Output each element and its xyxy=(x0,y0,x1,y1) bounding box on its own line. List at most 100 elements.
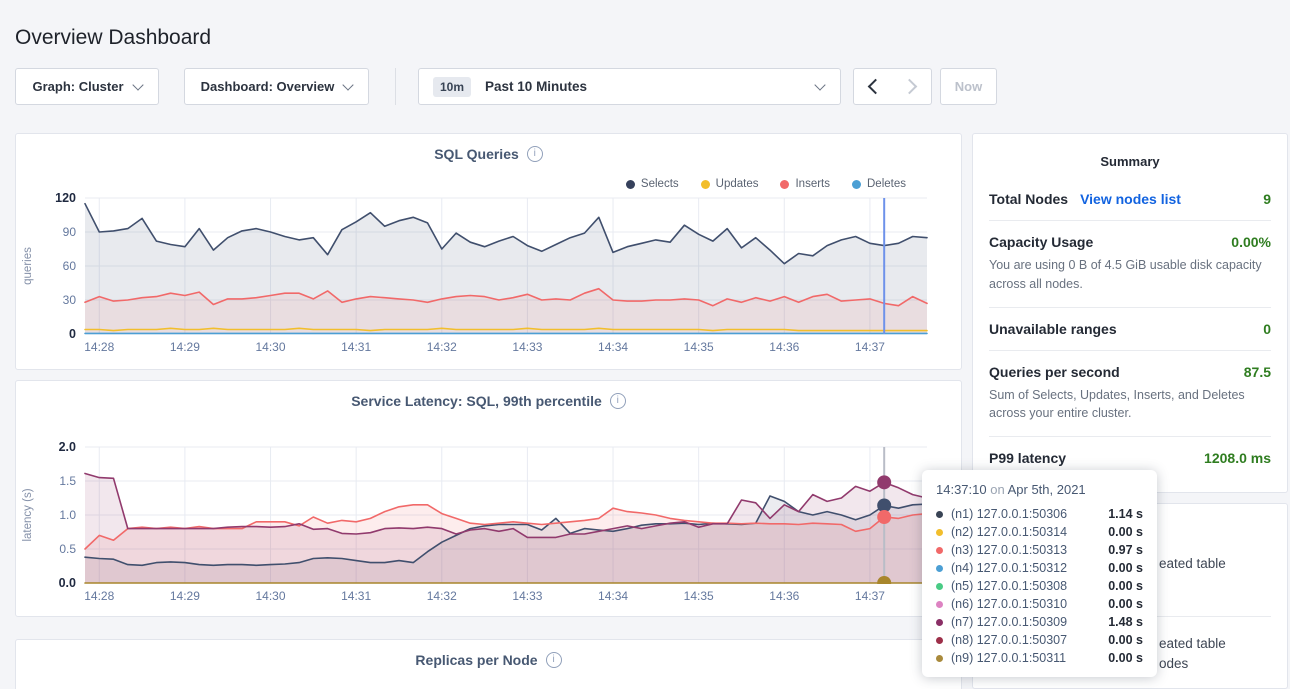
tooltip-row: (n3) 127.0.0.1:50313 0.97 s xyxy=(936,541,1143,559)
svg-text:14:30: 14:30 xyxy=(256,589,286,603)
chart-title: SQL Queries xyxy=(434,146,519,162)
now-button-label: Now xyxy=(955,79,982,94)
node-label: (n5) 127.0.0.1:50308 xyxy=(951,579,1067,593)
time-next-button[interactable] xyxy=(892,68,932,105)
svg-text:0: 0 xyxy=(69,327,76,341)
svg-text:14:28: 14:28 xyxy=(84,589,114,603)
node-color-dot xyxy=(936,655,943,662)
replicas-per-node-card: Replicas per Node i xyxy=(15,639,962,689)
time-range-dropdown[interactable]: 10m Past 10 Minutes xyxy=(418,68,841,105)
svg-text:30: 30 xyxy=(63,293,77,307)
page-title: Overview Dashboard xyxy=(15,26,211,50)
svg-text:14:28: 14:28 xyxy=(84,340,114,354)
qps-description: Sum of Selects, Updates, Inserts, and De… xyxy=(989,386,1271,424)
summary-heading: Summary xyxy=(989,154,1271,169)
overview-dashboard-page: Overview Dashboard Graph: Cluster Dashbo… xyxy=(0,0,1290,689)
node-value: 0.97 s xyxy=(1108,543,1143,557)
summary-row-total-nodes: Total Nodes View nodes list 9 xyxy=(989,189,1271,221)
chevron-down-icon xyxy=(814,79,825,90)
svg-text:0.5: 0.5 xyxy=(59,542,76,556)
chevron-left-icon xyxy=(867,79,883,95)
svg-text:14:31: 14:31 xyxy=(341,589,371,603)
svg-text:queries: queries xyxy=(22,247,34,285)
dashboard-dropdown-label: Dashboard: Overview xyxy=(201,79,335,94)
node-value: 0.00 s xyxy=(1108,633,1143,647)
node-label: (n2) 127.0.0.1:50314 xyxy=(951,525,1067,539)
svg-text:14:37: 14:37 xyxy=(855,340,885,354)
tooltip-time: 14:37:10 xyxy=(936,482,987,497)
qps-value: 87.5 xyxy=(1244,364,1271,380)
node-color-dot xyxy=(936,583,943,590)
node-value: 0.00 s xyxy=(1108,561,1143,575)
node-label: (n8) 127.0.0.1:50307 xyxy=(951,633,1067,647)
total-nodes-label: Total Nodes xyxy=(989,191,1068,207)
chevron-right-icon xyxy=(902,79,918,95)
tooltip-row: (n5) 127.0.0.1:50308 0.00 s xyxy=(936,577,1143,595)
info-icon[interactable]: i xyxy=(527,146,543,162)
total-nodes-value: 9 xyxy=(1263,191,1271,207)
svg-text:14:29: 14:29 xyxy=(170,340,200,354)
tooltip-row: (n2) 127.0.0.1:50314 0.00 s xyxy=(936,523,1143,541)
node-color-dot xyxy=(936,619,943,626)
sql-queries-chart[interactable]: 14:2814:2914:3014:3114:3214:3314:3414:35… xyxy=(17,188,962,358)
svg-text:14:33: 14:33 xyxy=(512,589,542,603)
svg-text:1.5: 1.5 xyxy=(59,474,76,488)
tooltip-timestamp: 14:37:10 on Apr 5th, 2021 xyxy=(936,482,1143,497)
node-color-dot xyxy=(936,601,943,608)
node-value: 0.00 s xyxy=(1108,597,1143,611)
unavailable-ranges-label: Unavailable ranges xyxy=(989,321,1117,337)
tooltip-row: (n6) 127.0.0.1:50310 0.00 s xyxy=(936,595,1143,613)
tooltip-row: (n9) 127.0.0.1:50311 0.00 s xyxy=(936,649,1143,667)
chevron-down-icon xyxy=(343,79,354,90)
svg-text:2.0: 2.0 xyxy=(59,440,76,454)
chart-title: Service Latency: SQL, 99th percentile xyxy=(351,393,602,409)
node-label: (n6) 127.0.0.1:50310 xyxy=(951,597,1067,611)
graph-dropdown[interactable]: Graph: Cluster xyxy=(15,68,159,105)
event-item[interactable]: eated table xyxy=(1159,556,1226,571)
svg-text:14:35: 14:35 xyxy=(684,340,714,354)
time-range-label: Past 10 Minutes xyxy=(485,79,587,94)
svg-text:14:34: 14:34 xyxy=(598,340,628,354)
node-label: (n9) 127.0.0.1:50311 xyxy=(951,651,1066,665)
event-item[interactable]: eated table odes xyxy=(1159,634,1226,674)
charts-column: SQL Queries i Selects Updates Inserts xyxy=(15,133,962,689)
tooltip-date: Apr 5th, 2021 xyxy=(1008,482,1086,497)
node-value: 1.48 s xyxy=(1108,615,1143,629)
event-text-line: eated table xyxy=(1159,634,1226,654)
time-prev-button[interactable] xyxy=(853,68,893,105)
capacity-value: 0.00% xyxy=(1231,234,1271,250)
svg-text:14:31: 14:31 xyxy=(341,340,371,354)
capacity-label: Capacity Usage xyxy=(989,234,1093,250)
dashboard-controls: Graph: Cluster Dashboard: Overview 10m P… xyxy=(0,68,1290,105)
node-value: 0.00 s xyxy=(1108,525,1143,539)
info-icon[interactable]: i xyxy=(546,652,562,668)
svg-text:1.0: 1.0 xyxy=(59,508,76,522)
svg-text:120: 120 xyxy=(55,191,76,205)
svg-text:14:36: 14:36 xyxy=(769,340,799,354)
tooltip-row: (n8) 127.0.0.1:50307 0.00 s xyxy=(936,631,1143,649)
dashboard-dropdown[interactable]: Dashboard: Overview xyxy=(184,68,369,105)
node-label: (n7) 127.0.0.1:50309 xyxy=(951,615,1067,629)
qps-label: Queries per second xyxy=(989,364,1120,380)
now-button[interactable]: Now xyxy=(940,68,997,105)
node-color-dot xyxy=(936,511,943,518)
view-nodes-list-link[interactable]: View nodes list xyxy=(1080,191,1181,207)
summary-row-unavailable-ranges: Unavailable ranges 0 xyxy=(989,308,1271,351)
summary-row-capacity: Capacity Usage 0.00% You are using 0 B o… xyxy=(989,221,1271,308)
tooltip-preposition: on xyxy=(990,482,1004,497)
tooltip-row: (n4) 127.0.0.1:50312 0.00 s xyxy=(936,559,1143,577)
chevron-down-icon xyxy=(132,79,143,90)
info-icon[interactable]: i xyxy=(610,393,626,409)
node-label: (n1) 127.0.0.1:50306 xyxy=(951,507,1067,521)
service-latency-chart[interactable]: 14:2814:2914:3014:3114:3214:3314:3414:35… xyxy=(17,437,962,607)
node-color-dot xyxy=(936,529,943,536)
svg-text:14:36: 14:36 xyxy=(769,589,799,603)
svg-text:14:35: 14:35 xyxy=(684,589,714,603)
p99-value: 1208.0 ms xyxy=(1204,450,1271,466)
controls-divider xyxy=(395,68,396,105)
chart-title-row: SQL Queries i xyxy=(16,134,961,162)
svg-text:14:29: 14:29 xyxy=(170,589,200,603)
svg-text:14:32: 14:32 xyxy=(427,589,457,603)
chart-title: Replicas per Node xyxy=(415,652,537,668)
chart-title-row: Replicas per Node i xyxy=(16,640,961,668)
